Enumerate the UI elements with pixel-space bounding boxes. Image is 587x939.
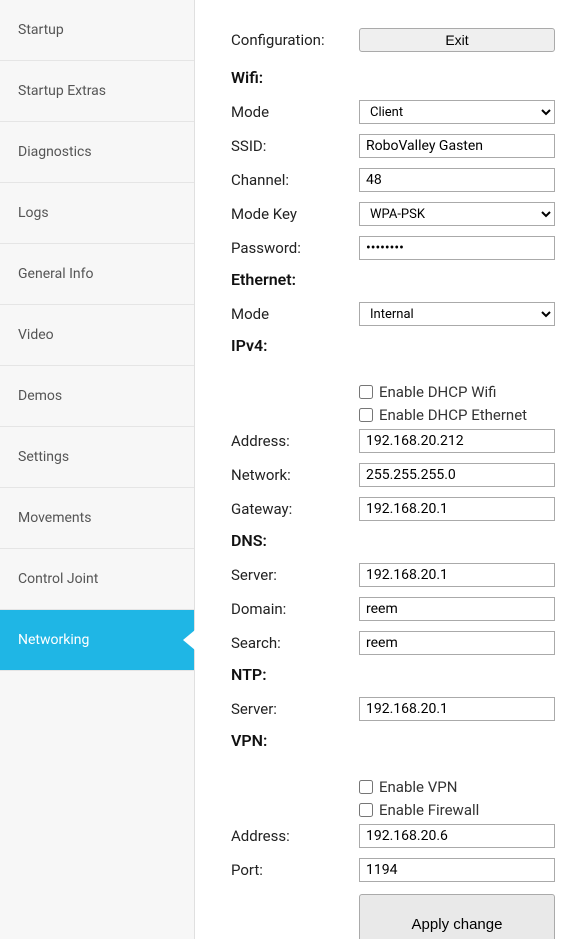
eth-mode-label: Mode bbox=[231, 305, 359, 323]
enable-firewall-checkbox[interactable] bbox=[359, 803, 373, 817]
dns-search-label: Search: bbox=[231, 634, 359, 652]
sidebar-item-label: Networking bbox=[18, 632, 89, 648]
ipv4-gateway-label: Gateway: bbox=[231, 500, 359, 518]
ntp-server-label: Server: bbox=[231, 700, 359, 718]
vpn-port-input[interactable] bbox=[359, 858, 555, 882]
sidebar-item-settings[interactable]: Settings bbox=[0, 427, 194, 488]
vpn-heading: VPN: bbox=[231, 731, 567, 750]
main-content: Configuration: Exit Wifi: Mode Client SS… bbox=[195, 0, 587, 939]
vpn-address-input[interactable] bbox=[359, 824, 555, 848]
enable-firewall-label: Enable Firewall bbox=[379, 801, 479, 819]
ipv4-network-input[interactable] bbox=[359, 463, 555, 487]
ntp-server-input[interactable] bbox=[359, 697, 555, 721]
sidebar-item-label: General Info bbox=[18, 266, 93, 282]
sidebar-item-label: Diagnostics bbox=[18, 144, 92, 160]
sidebar-item-label: Movements bbox=[18, 510, 91, 526]
wifi-heading: Wifi: bbox=[231, 68, 567, 87]
dhcp-eth-label: Enable DHCP Ethernet bbox=[379, 406, 527, 424]
password-input[interactable] bbox=[359, 236, 555, 260]
sidebar-item-label: Logs bbox=[18, 205, 49, 221]
dns-domain-input[interactable] bbox=[359, 597, 555, 621]
vpn-port-label: Port: bbox=[231, 861, 359, 879]
dns-server-input[interactable] bbox=[359, 563, 555, 587]
ipv4-address-input[interactable] bbox=[359, 429, 555, 453]
modekey-label: Mode Key bbox=[231, 205, 359, 223]
exit-button[interactable]: Exit bbox=[359, 28, 555, 52]
sidebar-item-video[interactable]: Video bbox=[0, 305, 194, 366]
sidebar-item-label: Control Joint bbox=[18, 571, 98, 587]
ipv4-address-label: Address: bbox=[231, 432, 359, 450]
password-label: Password: bbox=[231, 239, 359, 257]
wifi-mode-select[interactable]: Client bbox=[359, 100, 555, 124]
modekey-select[interactable]: WPA-PSK bbox=[359, 202, 555, 226]
sidebar-item-general-info[interactable]: General Info bbox=[0, 244, 194, 305]
ipv4-gateway-input[interactable] bbox=[359, 497, 555, 521]
apply-change-button[interactable]: Apply change bbox=[359, 894, 555, 939]
ssid-input[interactable] bbox=[359, 134, 555, 158]
sidebar-item-label: Demos bbox=[18, 388, 62, 404]
sidebar-item-label: Startup bbox=[18, 22, 64, 38]
vpn-address-label: Address: bbox=[231, 827, 359, 845]
sidebar-item-movements[interactable]: Movements bbox=[0, 488, 194, 549]
configuration-label: Configuration: bbox=[231, 31, 359, 49]
dns-domain-label: Domain: bbox=[231, 600, 359, 618]
sidebar-item-label: Startup Extras bbox=[18, 83, 106, 99]
ssid-label: SSID: bbox=[231, 137, 359, 155]
dns-heading: DNS: bbox=[231, 531, 567, 550]
sidebar-item-networking[interactable]: Networking bbox=[0, 610, 194, 671]
enable-vpn-label: Enable VPN bbox=[379, 778, 457, 796]
dns-search-input[interactable] bbox=[359, 631, 555, 655]
sidebar-item-demos[interactable]: Demos bbox=[0, 366, 194, 427]
wifi-mode-label: Mode bbox=[231, 103, 359, 121]
ntp-heading: NTP: bbox=[231, 665, 567, 684]
sidebar-item-control-joint[interactable]: Control Joint bbox=[0, 549, 194, 610]
sidebar-item-diagnostics[interactable]: Diagnostics bbox=[0, 122, 194, 183]
sidebar-item-startup-extras[interactable]: Startup Extras bbox=[0, 61, 194, 122]
sidebar: Startup Startup Extras Diagnostics Logs … bbox=[0, 0, 195, 939]
eth-mode-select[interactable]: Internal bbox=[359, 302, 555, 326]
channel-label: Channel: bbox=[231, 171, 359, 189]
enable-vpn-checkbox[interactable] bbox=[359, 780, 373, 794]
sidebar-item-label: Video bbox=[18, 327, 54, 343]
sidebar-item-label: Settings bbox=[18, 449, 69, 465]
sidebar-item-logs[interactable]: Logs bbox=[0, 183, 194, 244]
dns-server-label: Server: bbox=[231, 566, 359, 584]
channel-input[interactable] bbox=[359, 168, 555, 192]
sidebar-item-startup[interactable]: Startup bbox=[0, 0, 194, 61]
dhcp-wifi-label: Enable DHCP Wifi bbox=[379, 383, 496, 401]
ipv4-heading: IPv4: bbox=[231, 336, 567, 355]
ethernet-heading: Ethernet: bbox=[231, 270, 567, 289]
ipv4-network-label: Network: bbox=[231, 466, 359, 484]
dhcp-eth-checkbox[interactable] bbox=[359, 408, 373, 422]
dhcp-wifi-checkbox[interactable] bbox=[359, 385, 373, 399]
